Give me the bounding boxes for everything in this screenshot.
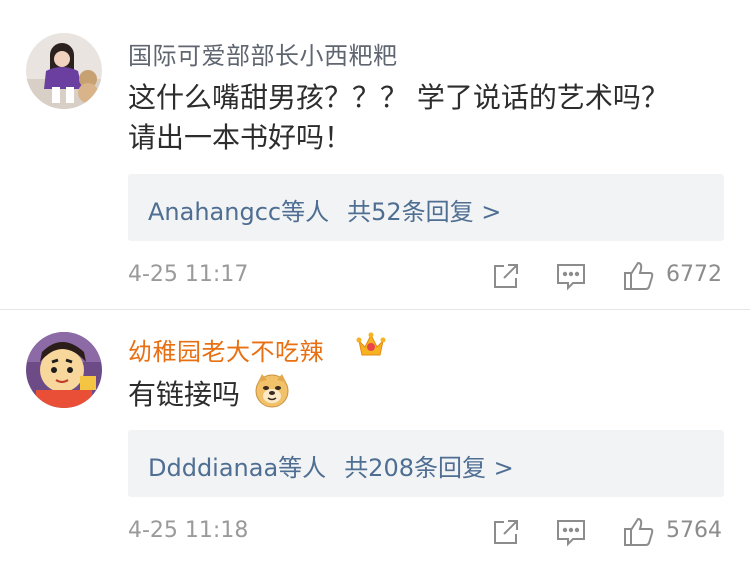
thumbs-up-icon[interactable] xyxy=(621,258,657,294)
timestamp: 4-25 11:17 xyxy=(128,262,249,287)
doge-emoji xyxy=(254,372,290,408)
comment-meta: 4-25 11:18 5764 xyxy=(128,514,728,550)
vip-crown-badge xyxy=(356,330,386,360)
username[interactable]: 幼稚园老大不吃辣 xyxy=(128,332,324,367)
replies-link[interactable]: Anahangcc等人 共52条回复 > xyxy=(148,192,501,227)
comment-meta: 4-25 11:17 6772 xyxy=(128,258,728,294)
username[interactable]: 国际可爱部部长小西粑粑 xyxy=(128,36,398,71)
timestamp: 4-25 11:18 xyxy=(128,518,249,543)
reply-users: Ddddianaa等人 xyxy=(148,454,327,482)
comment-icon[interactable] xyxy=(553,514,589,550)
reply-count: 共52条回复 > xyxy=(347,198,502,226)
avatar[interactable] xyxy=(26,33,102,109)
comment-text: 有链接吗 xyxy=(128,378,241,411)
thumbs-up-icon[interactable] xyxy=(621,514,657,550)
like-count: 5764 xyxy=(666,518,722,543)
replies-link[interactable]: Ddddianaa等人 共208条回复 > xyxy=(148,448,514,483)
reply-count: 共208条回复 > xyxy=(344,454,514,482)
comment-item: 幼稚园老大不吃辣 有链接吗 Ddddianaa等人 共208条回复 > 4-25 … xyxy=(0,310,750,567)
share-icon[interactable] xyxy=(488,258,524,294)
share-icon[interactable] xyxy=(488,514,524,550)
reply-users: Anahangcc等人 xyxy=(148,198,330,226)
replies-preview[interactable]: Ddddianaa等人 共208条回复 > xyxy=(128,430,724,497)
replies-preview[interactable]: Anahangcc等人 共52条回复 > xyxy=(128,174,724,241)
comment-icon[interactable] xyxy=(553,258,589,294)
comment-item: 国际可爱部部长小西粑粑 这什么嘴甜男孩？？？ 学了说话的艺术吗？ 请出一本书好吗… xyxy=(0,0,750,310)
like-count: 6772 xyxy=(666,262,722,287)
avatar[interactable] xyxy=(26,332,102,408)
comment-text: 这什么嘴甜男孩？？？ 学了说话的艺术吗？ 请出一本书好吗！ xyxy=(128,81,669,154)
